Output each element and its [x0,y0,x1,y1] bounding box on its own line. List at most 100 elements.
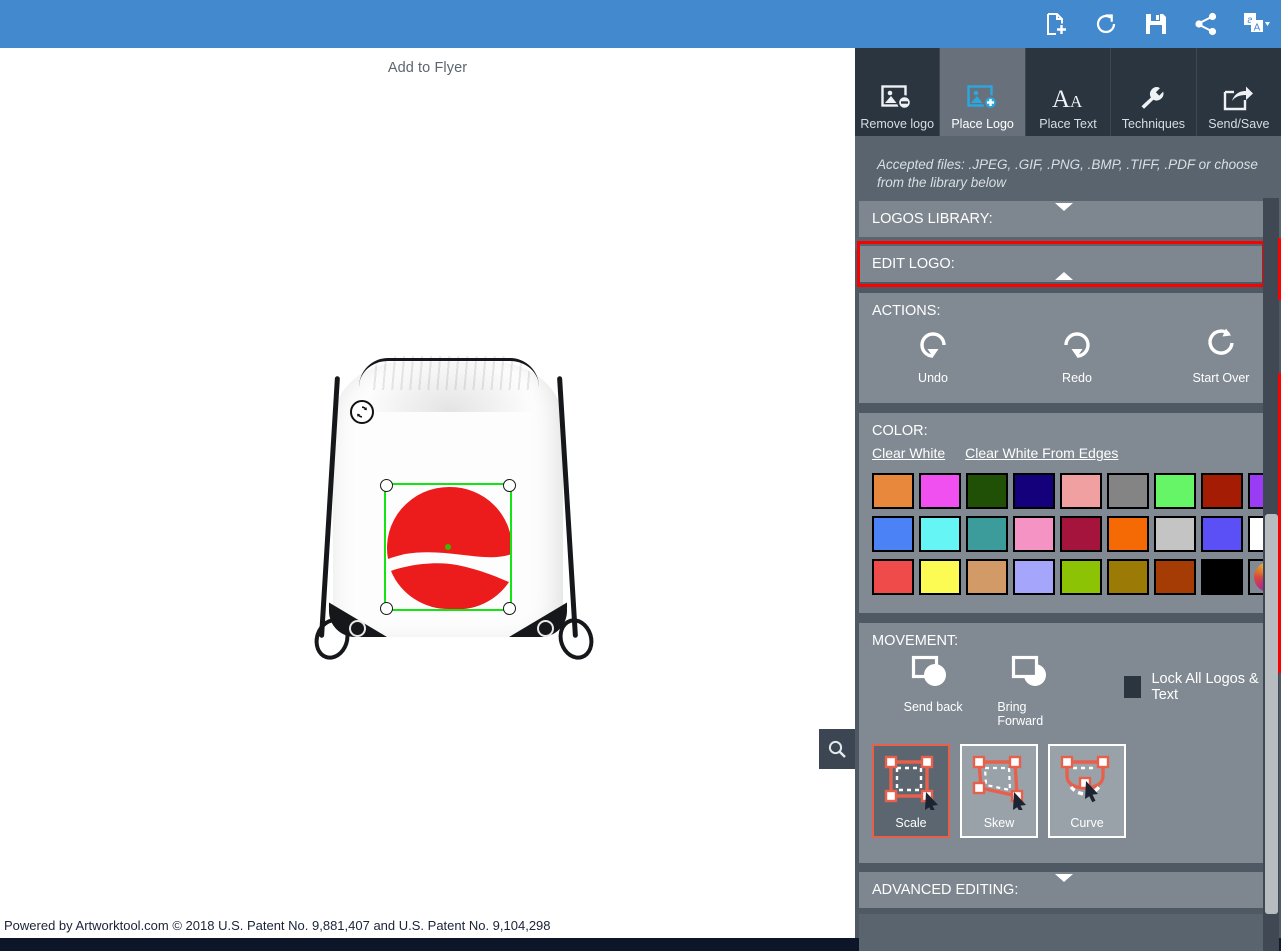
color-swatch-10[interactable] [919,516,961,552]
color-swatch-0[interactable] [872,473,914,509]
color-swatch-18[interactable] [872,559,914,595]
product-mockup[interactable] [305,342,599,665]
clear-white-from-edges-link[interactable]: Clear White From Edges [965,445,1118,461]
chevron-up-icon [1055,256,1073,280]
movement-label: Send back [903,700,963,714]
top-toolbar-icons: a A [1041,0,1271,48]
color-swatch-14[interactable] [1107,516,1149,552]
right-panel: Remove logo Place Logo A A Place Text Te… [855,48,1281,951]
undo-icon [914,323,952,368]
actions-card: ACTIONS: Undo Redo Start Over [859,293,1263,403]
movement-card: MOVEMENT: Send back Bring Forward Lock A… [859,623,1263,863]
bring-forward-icon [1011,653,1055,698]
color-swatch-16[interactable] [1201,516,1243,552]
footer-text: Powered by Artworktool.com © 2018 U.S. P… [4,918,551,933]
color-swatch-3[interactable] [1013,473,1055,509]
tab-label: Place Text [1039,116,1097,131]
tab-techniques[interactable]: Techniques [1111,48,1197,136]
section-label: EDIT LOGO: [872,256,955,272]
color-swatch-22[interactable] [1060,559,1102,595]
restart-icon [1202,323,1240,368]
logo-center-point [445,544,451,550]
add-file-icon[interactable] [1041,9,1071,39]
svg-text:A: A [1254,23,1261,34]
color-swatch-7[interactable] [1201,473,1243,509]
svg-text:A: A [1052,86,1070,111]
mode-scale[interactable]: Scale [872,744,950,838]
lock-checkbox[interactable] [1123,676,1142,698]
lock-all-control[interactable]: Lock All Logos & Text [1123,671,1263,703]
color-swatch-9[interactable] [872,516,914,552]
tab-label: Techniques [1121,116,1186,131]
color-swatch-4[interactable] [1060,473,1102,509]
action-label: Redo [1062,371,1092,385]
tab-send-save[interactable]: Send/Save [1197,48,1281,136]
panel-scrollbar-thumb[interactable] [1265,514,1278,914]
bring-forward-button[interactable]: Bring Forward [997,653,1069,728]
resize-handle-bottom-left[interactable] [380,602,393,615]
tab-label: Remove logo [860,116,935,131]
color-swatch-grid [859,461,1281,595]
tab-label: Send/Save [1208,116,1270,131]
color-swatch-2[interactable] [966,473,1008,509]
color-swatch-11[interactable] [966,516,1008,552]
send-back-button[interactable]: Send back [897,653,969,714]
redo-button[interactable]: Redo [1035,323,1119,385]
color-swatch-15[interactable] [1154,516,1196,552]
color-swatch-21[interactable] [1013,559,1055,595]
bag-grommet-right [537,620,554,637]
color-swatch-5[interactable] [1107,473,1149,509]
save-icon[interactable] [1141,9,1171,39]
color-swatch-13[interactable] [1060,516,1102,552]
section-edit-logo[interactable]: EDIT LOGO: [859,246,1263,282]
color-swatch-23[interactable] [1107,559,1149,595]
share-icon[interactable] [1191,9,1221,39]
mode-skew[interactable]: Skew [960,744,1038,838]
bag-grommet-left [349,620,366,637]
bag-cord-top [359,358,539,387]
resize-handle-top-right[interactable] [503,479,516,492]
color-swatch-1[interactable] [919,473,961,509]
undo-button[interactable]: Undo [891,323,975,385]
scale-icon [882,754,940,815]
tab-place-logo[interactable]: Place Logo [940,48,1026,136]
text-icon: A A [1050,77,1086,111]
lock-label: Lock All Logos & Text [1151,671,1259,703]
logo-selection-box[interactable] [380,479,516,615]
clear-white-link[interactable]: Clear White [872,445,945,461]
section-label: ADVANCED EDITING: [872,882,1019,898]
mode-curve[interactable]: Curve [1048,744,1126,838]
refresh-icon[interactable] [1091,9,1121,39]
chevron-down-icon [1055,874,1073,898]
zoom-search-button[interactable] [819,729,855,769]
start-over-button[interactable]: Start Over [1179,323,1263,385]
color-swatch-19[interactable] [919,559,961,595]
mode-label: Scale [895,816,927,830]
curve-icon [1058,754,1116,815]
panel-tabs: Remove logo Place Logo A A Place Text Te… [855,48,1281,136]
color-swatch-12[interactable] [1013,516,1055,552]
color-swatch-24[interactable] [1154,559,1196,595]
design-canvas[interactable]: Add to Flyer [0,48,855,913]
app-root: a A Add to Flyer Powered by Artworktool.… [0,0,1281,951]
actions-row: Undo Redo Start Over [859,319,1263,385]
movement-row: Send back Bring Forward Lock All Logos &… [859,649,1263,728]
mode-label: Curve [1070,816,1104,830]
rotate-icon[interactable] [350,400,374,424]
resize-handle-bottom-right[interactable] [503,602,516,615]
tab-label: Place Logo [951,116,1014,131]
transform-mode-row: Scale Skew Curve [859,728,1263,838]
section-logos-library[interactable]: LOGOS LIBRARY: [859,201,1263,237]
section-advanced-editing[interactable]: ADVANCED EDITING: [859,872,1263,908]
tab-place-text[interactable]: A A Place Text [1026,48,1112,136]
resize-handle-top-left[interactable] [380,479,393,492]
translate-icon[interactable]: a A [1241,9,1271,39]
send-save-icon [1223,77,1255,111]
color-swatch-25[interactable] [1201,559,1243,595]
action-label: Start Over [1192,371,1250,385]
color-swatch-6[interactable] [1154,473,1196,509]
tab-remove-logo[interactable]: Remove logo [855,48,941,136]
color-card: COLOR: Clear White Clear White From Edge… [859,413,1281,613]
movement-label: Bring Forward [997,700,1044,728]
color-swatch-20[interactable] [966,559,1008,595]
